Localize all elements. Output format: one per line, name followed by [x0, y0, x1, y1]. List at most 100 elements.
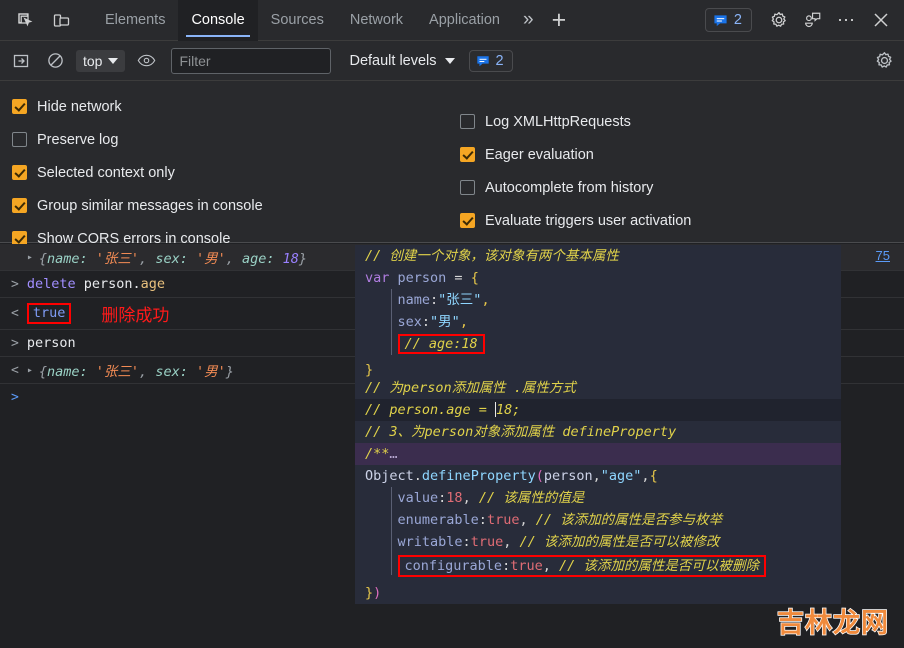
- code-line-4: sex:"男",: [397, 314, 468, 330]
- more-tabs-chevron-icon[interactable]: »: [513, 0, 544, 41]
- tab-sources[interactable]: Sources: [258, 0, 337, 41]
- devtools-window: Elements Console Sources Network Applica…: [0, 0, 904, 648]
- setting-log-xmlhttprequests[interactable]: Log XMLHttpRequests: [460, 105, 691, 138]
- checkbox-checked-icon[interactable]: [460, 147, 475, 162]
- tab-application[interactable]: Application: [416, 0, 513, 41]
- setting-label: Evaluate triggers user activation: [485, 212, 692, 229]
- settings-right-column: Log XMLHttpRequests Eager evaluation Aut…: [460, 105, 691, 237]
- result-arrow-icon: <: [11, 306, 19, 321]
- feedback-icon[interactable]: [799, 6, 827, 34]
- source-link[interactable]: 75: [876, 248, 890, 263]
- create-live-expression-icon[interactable]: [133, 48, 159, 74]
- filter-input[interactable]: [171, 47, 332, 74]
- tab-label: Application: [429, 12, 500, 28]
- setting-label: Log XMLHttpRequests: [485, 113, 631, 130]
- checkbox-checked-icon[interactable]: [12, 165, 27, 180]
- setting-evaluate-triggers-user-activation[interactable]: Evaluate triggers user activation: [460, 204, 691, 237]
- checkbox-unchecked-icon[interactable]: [12, 132, 27, 147]
- object-preview: {name: '张三', sex: '男', age: 18}: [38, 251, 308, 267]
- code-line-12: value:18, // 该属性的值是: [397, 490, 585, 506]
- chevron-down-icon: [108, 57, 119, 64]
- code-line-10[interactable]: /**…: [355, 443, 841, 465]
- console-settings-gear-icon[interactable]: [875, 51, 894, 70]
- panel-tabs: Elements Console Sources Network Applica…: [92, 0, 513, 41]
- more-options-label: ⋯: [837, 9, 857, 30]
- checkbox-checked-icon[interactable]: [460, 213, 475, 228]
- code-comment: // 为person添加属性 .属性方式: [365, 380, 576, 396]
- more-tabs-label: »: [522, 9, 534, 30]
- setting-label: Group similar messages in console: [37, 197, 263, 214]
- expand-triangle-icon[interactable]: ▸: [27, 365, 33, 376]
- add-tab-plus-icon[interactable]: +: [544, 0, 575, 41]
- checkbox-unchecked-icon[interactable]: [460, 114, 475, 129]
- watermark: 吉林龙网: [776, 607, 889, 640]
- code-comment: // 创建一个对象，该对象有两个基本属性: [365, 248, 619, 264]
- highlight-box-true: true: [26, 303, 72, 324]
- message-count-badge[interactable]: 2: [704, 8, 752, 32]
- checkbox-checked-icon[interactable]: [12, 198, 27, 213]
- tab-elements[interactable]: Elements: [92, 0, 178, 41]
- code-line-3: name:"张三",: [397, 292, 490, 308]
- clear-console-icon[interactable]: [42, 48, 68, 74]
- toolbar-message-count-badge[interactable]: 2: [468, 49, 513, 72]
- annotation-delete-success: 删除成功: [101, 306, 170, 326]
- gear-icon[interactable]: [765, 6, 793, 34]
- console-toolbar: top Default levels 2: [0, 41, 904, 81]
- expand-triangle-icon[interactable]: ▸: [27, 252, 33, 263]
- code-line-9: // 3、为person对象添加属性 defineProperty: [355, 421, 841, 443]
- setting-label: Preserve log: [37, 131, 119, 148]
- inspect-element-icon[interactable]: [10, 5, 40, 35]
- more-options-icon[interactable]: ⋯: [833, 6, 861, 34]
- code-line-14: writable:true, // 该添加的属性是否可以被修改: [397, 534, 720, 550]
- input-arrow-icon: >: [11, 335, 19, 351]
- code-line-5: // age:18: [355, 333, 841, 355]
- code-line-1: // 创建一个对象，该对象有两个基本属性: [355, 245, 841, 267]
- add-tab-label: +: [551, 5, 567, 34]
- tab-console[interactable]: Console: [178, 0, 258, 41]
- code-line-7: // 为person添加属性 .属性方式: [355, 377, 841, 399]
- tab-network[interactable]: Network: [337, 0, 416, 41]
- console-settings-panel: Hide network Preserve log Selected conte…: [0, 81, 904, 247]
- console-input-expression: person: [26, 335, 76, 351]
- code-line-6: }: [365, 362, 374, 378]
- setting-label: Autocomplete from history: [485, 179, 654, 196]
- close-icon[interactable]: [867, 6, 895, 34]
- source-code-overlay[interactable]: // 创建一个对象，该对象有两个基本属性 var person = { name…: [355, 245, 841, 604]
- setting-label: Selected context only: [37, 164, 175, 181]
- code-line-13: enumerable:true, // 该添加的属性是否参与枚举: [397, 512, 723, 528]
- javascript-context-selector[interactable]: top: [76, 49, 126, 72]
- speech-bubble-icon: [476, 55, 489, 66]
- show-console-sidebar-icon[interactable]: [8, 48, 34, 74]
- checkbox-checked-icon[interactable]: [12, 99, 27, 114]
- console-input-expression: delete person.age: [26, 276, 166, 292]
- input-arrow-icon: >: [11, 276, 19, 292]
- log-levels-label: Default levels: [349, 52, 437, 69]
- chevron-down-icon: [444, 57, 455, 64]
- settings-left-column: Hide network Preserve log Selected conte…: [12, 90, 263, 255]
- setting-preserve-log[interactable]: Preserve log: [12, 123, 263, 156]
- setting-label: Hide network: [37, 98, 122, 115]
- setting-label: Eager evaluation: [485, 146, 594, 163]
- device-toolbar-icon[interactable]: [46, 5, 76, 35]
- setting-group-similar-messages[interactable]: Group similar messages in console: [12, 189, 263, 222]
- tab-label: Elements: [105, 12, 166, 28]
- code-line-16: }): [365, 585, 382, 601]
- log-levels-dropdown[interactable]: Default levels: [349, 52, 455, 69]
- setting-eager-evaluation[interactable]: Eager evaluation: [460, 138, 691, 171]
- result-value: true: [32, 305, 66, 321]
- checkbox-unchecked-icon[interactable]: [460, 180, 475, 195]
- prompt-arrow-icon: >: [11, 390, 19, 405]
- setting-selected-context-only[interactable]: Selected context only: [12, 156, 263, 189]
- tab-label: Console: [191, 12, 245, 28]
- code-line-2: var person = {: [365, 270, 479, 286]
- tab-label: Network: [349, 12, 404, 28]
- message-count: 2: [733, 12, 742, 28]
- tab-label: Sources: [270, 12, 324, 28]
- devtools-tabbar: Elements Console Sources Network Applica…: [0, 0, 904, 41]
- code-comment: // 3、为person对象添加属性 defineProperty: [365, 424, 677, 440]
- setting-autocomplete-from-history[interactable]: Autocomplete from history: [460, 171, 691, 204]
- toolbar-message-count: 2: [495, 52, 504, 69]
- speech-bubble-icon: [714, 14, 727, 26]
- result-arrow-icon: <: [11, 362, 19, 378]
- setting-hide-network[interactable]: Hide network: [12, 90, 263, 123]
